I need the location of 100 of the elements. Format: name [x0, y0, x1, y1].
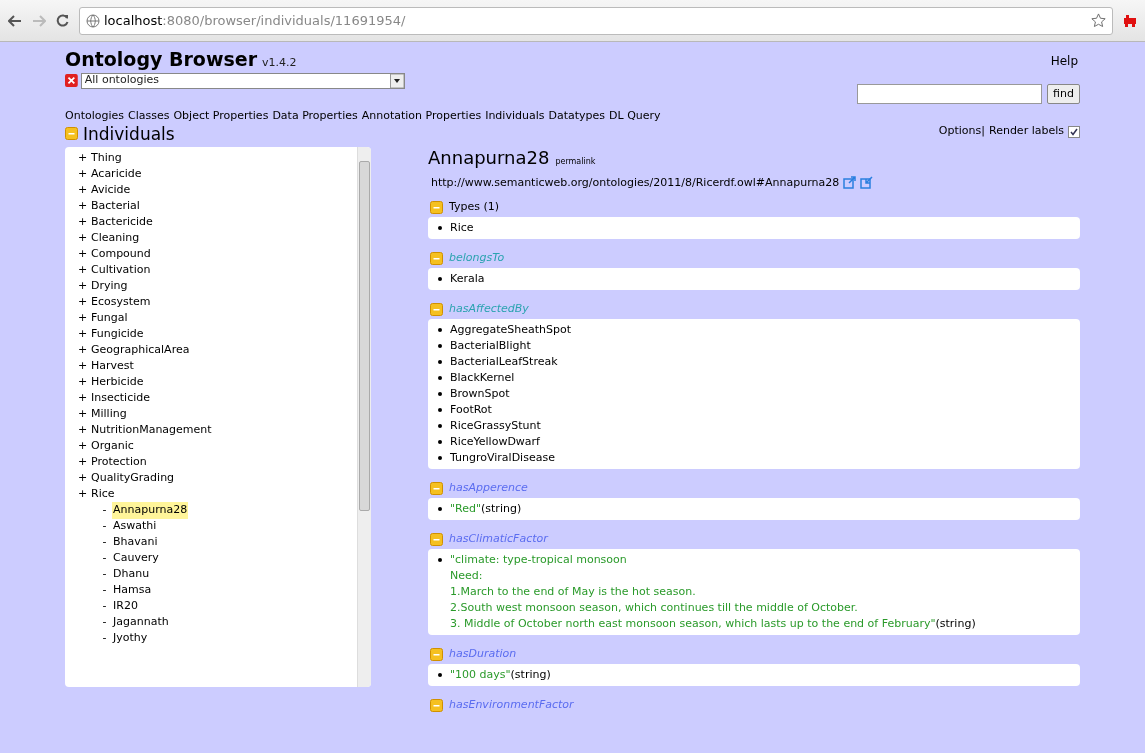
tree-marker[interactable]: +	[77, 406, 88, 423]
tree-item[interactable]: Insecticide	[90, 390, 151, 407]
tree-item[interactable]: Bhavani	[112, 534, 159, 551]
value-text[interactable]: AggregateSheathSpot	[450, 322, 572, 338]
collapse-icon[interactable]	[430, 200, 443, 214]
tree-marker[interactable]: +	[77, 342, 88, 359]
value-text[interactable]: Kerala	[450, 271, 485, 287]
tree-item[interactable]: Cauvery	[112, 550, 160, 567]
collapse-icon[interactable]	[430, 647, 443, 661]
tree-item[interactable]: Milling	[90, 406, 128, 423]
tree-marker[interactable]: +	[77, 390, 88, 407]
forward-icon[interactable]	[32, 14, 46, 27]
collapse-icon[interactable]	[65, 127, 78, 140]
tree-marker[interactable]: +	[77, 358, 88, 375]
tree-marker[interactable]: +	[77, 438, 88, 455]
external-link-icon[interactable]	[843, 176, 857, 190]
tree-marker[interactable]: +	[77, 486, 88, 503]
tree-item[interactable]: Protection	[90, 454, 148, 471]
tree-marker[interactable]: +	[77, 374, 88, 391]
reload-icon[interactable]	[56, 14, 69, 27]
tree-marker[interactable]: +	[77, 150, 88, 167]
nav-link[interactable]: Individuals	[485, 108, 545, 125]
value-text[interactable]: RiceGrassyStunt	[450, 418, 541, 434]
tree-marker[interactable]: +	[77, 182, 88, 199]
tree-item[interactable]: Dhanu	[112, 566, 151, 583]
nav-link[interactable]: Ontologies	[65, 108, 124, 125]
tree-item[interactable]: GeographicalArea	[90, 342, 191, 359]
nav-link[interactable]: Annotation Properties	[361, 108, 482, 125]
star-icon[interactable]	[1091, 13, 1106, 28]
tree-marker[interactable]: +	[77, 278, 88, 295]
tree-item[interactable]: Annapurna28	[112, 502, 189, 519]
value-text[interactable]: BlackKernel	[450, 370, 515, 386]
tree-marker[interactable]: +	[77, 470, 88, 487]
edit-link-icon[interactable]	[860, 176, 874, 190]
tree-item[interactable]: Cultivation	[90, 262, 152, 279]
nav-link[interactable]: Data Properties	[272, 108, 358, 125]
tree-item[interactable]: Compound	[90, 246, 152, 263]
tree-item[interactable]: QualityGrading	[90, 470, 176, 487]
tree-item[interactable]: Drying	[90, 278, 129, 295]
collapse-icon[interactable]	[430, 302, 443, 316]
ontology-select[interactable]: All ontologies	[80, 72, 405, 89]
tree-marker[interactable]: -	[99, 502, 110, 519]
dropdown-arrow-icon[interactable]	[390, 73, 404, 88]
collapse-icon[interactable]	[430, 532, 443, 546]
tree-item[interactable]: Acaricide	[90, 166, 143, 183]
permalink-link[interactable]: permalink	[555, 155, 596, 168]
close-icon[interactable]	[65, 74, 78, 87]
property-title[interactable]: Types (1)	[449, 198, 500, 216]
nav-link[interactable]: DL Query	[609, 108, 661, 125]
tree-item[interactable]: Jyothy	[112, 630, 149, 647]
value-text[interactable]: Rice	[450, 220, 474, 236]
tree-item[interactable]: NutritionManagement	[90, 422, 213, 439]
help-link[interactable]: Help	[1050, 52, 1078, 70]
value-text[interactable]: TungroViralDisease	[450, 450, 555, 466]
value-text[interactable]: FootRot	[450, 402, 492, 418]
tree-marker[interactable]: -	[99, 582, 110, 599]
tree-item[interactable]: Hamsa	[112, 582, 153, 599]
nav-link[interactable]: Datatypes	[548, 108, 606, 125]
nav-link[interactable]: Object Properties	[173, 108, 269, 125]
nav-link[interactable]: Classes	[128, 108, 170, 125]
tree-marker[interactable]: -	[99, 630, 110, 647]
collapse-icon[interactable]	[430, 251, 443, 265]
tree-marker[interactable]: -	[99, 566, 110, 583]
tree-marker[interactable]: +	[77, 294, 88, 311]
tree-marker[interactable]: -	[99, 518, 110, 535]
value-text[interactable]: BacterialBlight	[450, 338, 531, 354]
tree-item[interactable]: Herbicide	[90, 374, 145, 391]
tree-marker[interactable]: +	[77, 262, 88, 279]
tree-marker[interactable]: +	[77, 454, 88, 471]
tree-item[interactable]: Fungal	[90, 310, 129, 327]
search-field[interactable]	[857, 84, 1043, 104]
tree-item[interactable]: Harvest	[90, 358, 135, 375]
render-labels-checkbox[interactable]	[1068, 125, 1080, 138]
address-bar[interactable]: localhost:8080/browser/individuals/11691954/	[79, 6, 1113, 35]
tree-marker[interactable]: +	[77, 166, 88, 183]
tree-item[interactable]: IR20	[112, 598, 139, 615]
tree-marker[interactable]: +	[77, 326, 88, 343]
tree-marker[interactable]: -	[99, 534, 110, 551]
tree-item[interactable]: Rice	[90, 486, 116, 503]
tree-marker[interactable]: -	[99, 598, 110, 615]
tree-item[interactable]: Bactericide	[90, 214, 154, 231]
tree-marker[interactable]: +	[77, 310, 88, 327]
tree-item[interactable]: Ecosystem	[90, 294, 152, 311]
tree-item[interactable]: Aswathi	[112, 518, 158, 535]
tree-marker[interactable]: -	[99, 614, 110, 631]
tree-marker[interactable]: +	[77, 198, 88, 215]
find-button[interactable]: find	[1047, 84, 1080, 104]
collapse-icon[interactable]	[430, 698, 443, 712]
tree-item[interactable]: Organic	[90, 438, 135, 455]
tree-item[interactable]: Jagannath	[112, 614, 170, 631]
tree-item[interactable]: Fungicide	[90, 326, 145, 343]
tree-marker[interactable]: +	[77, 214, 88, 231]
value-text[interactable]: RiceYellowDwarf	[450, 434, 540, 450]
scrollbar[interactable]	[357, 146, 371, 687]
tree-item[interactable]: Bacterial	[90, 198, 141, 215]
value-text[interactable]: BacterialLeafStreak	[450, 354, 558, 370]
extension-icon[interactable]	[1123, 14, 1137, 27]
tree-item[interactable]: Avicide	[90, 182, 132, 199]
value-text[interactable]: BrownSpot	[450, 386, 510, 402]
tree-marker[interactable]: +	[77, 230, 88, 247]
